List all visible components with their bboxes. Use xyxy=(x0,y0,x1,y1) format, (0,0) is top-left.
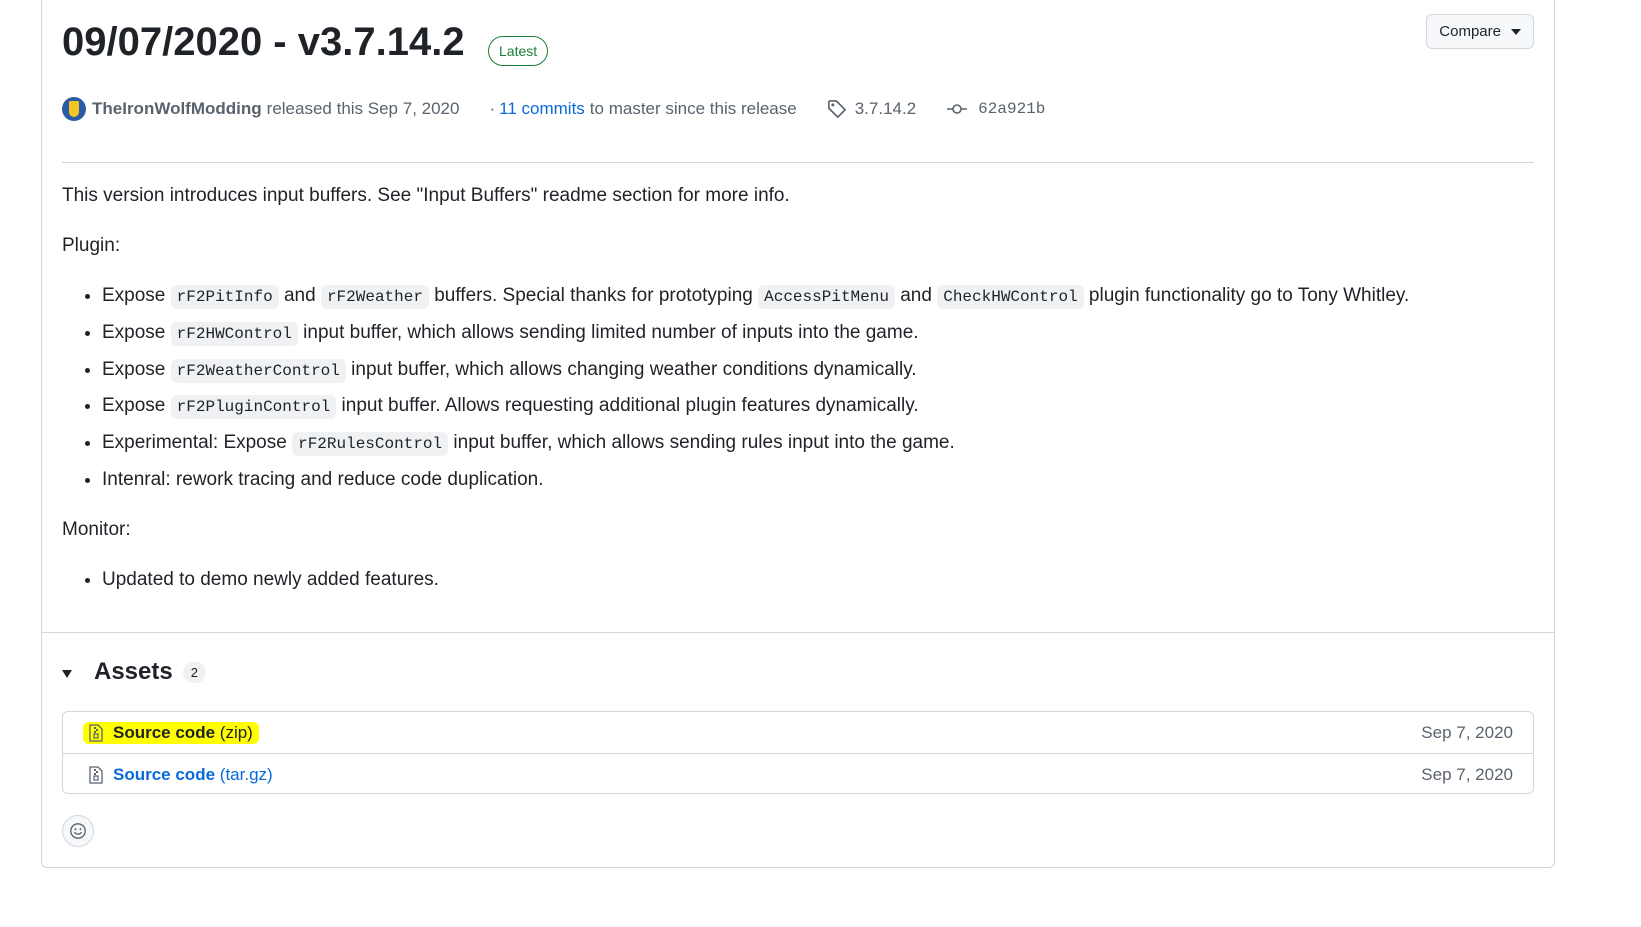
inline-code: rF2RulesControl xyxy=(292,432,449,457)
list-item: Expose rF2HWControl input buffer, which … xyxy=(102,318,1532,349)
plugin-heading: Plugin: xyxy=(62,235,121,256)
asset-link-targz[interactable]: Source code (tar.gz) xyxy=(83,765,273,785)
commit-hash: 62a921b xyxy=(978,100,1046,118)
asset-name: Source code xyxy=(113,722,216,742)
assets-count-badge: 2 xyxy=(182,661,206,683)
assets-list: Source code (zip) Sep 7, 2020 Source cod… xyxy=(62,711,1534,794)
assets-divider xyxy=(42,632,1554,633)
list-item: Updated to demo newly added features. xyxy=(102,565,1532,595)
triangle-down-icon[interactable] xyxy=(62,670,72,678)
asset-ext: (zip) xyxy=(219,722,253,742)
file-zip-icon xyxy=(89,723,103,742)
inline-code: CheckHWControl xyxy=(937,285,1084,309)
asset-link-zip[interactable]: Source code (zip) xyxy=(83,721,259,744)
triangle-down-icon xyxy=(1511,28,1521,35)
compare-button-label: Compare xyxy=(1439,23,1501,40)
intro-paragraph: This version introduces input buffers. S… xyxy=(62,185,790,206)
tag-icon xyxy=(827,100,846,118)
tag-label: 3.7.14.2 xyxy=(854,99,917,118)
tag-link[interactable]: 3.7.14.2 xyxy=(827,99,916,119)
header-divider xyxy=(62,162,1534,163)
meta-separator: · xyxy=(489,99,496,118)
commits-link[interactable]: 11 commits xyxy=(499,99,585,119)
commits-suffix: to master since this release xyxy=(589,99,797,118)
list-item: Expose rF2WeatherControl input buffer, w… xyxy=(102,355,1532,386)
inline-code: AccessPitMenu xyxy=(758,285,895,309)
released-text: released this Sep 7, 2020 xyxy=(266,99,460,118)
release-meta: TheIronWolfModding released this Sep 7, … xyxy=(62,96,1045,122)
plugin-list: Expose rF2PitInfo and rF2Weather buffers… xyxy=(62,281,1532,495)
asset-date: Sep 7, 2020 xyxy=(1421,764,1513,784)
release-notes: This version introduces input buffers. S… xyxy=(62,181,1532,615)
author-link[interactable]: TheIronWolfModding xyxy=(92,99,262,119)
commit-link[interactable]: 62a921b xyxy=(946,100,1045,118)
monitor-list: Updated to demo newly added features. xyxy=(62,565,1532,595)
smiley-icon xyxy=(70,823,86,839)
file-zip-icon xyxy=(89,765,103,784)
assets-title: Assets xyxy=(94,658,173,685)
list-item: Experimental: Expose rF2RulesControl inp… xyxy=(102,428,1532,459)
list-item: Expose rF2PitInfo and rF2Weather buffers… xyxy=(102,281,1532,312)
inline-code: rF2Weather xyxy=(320,285,429,309)
inline-code: rF2WeatherControl xyxy=(170,358,346,383)
asset-row: Source code (zip) Sep 7, 2020 xyxy=(63,712,1533,753)
inline-code: rF2PluginControl xyxy=(170,395,337,420)
release-card: 09/07/2020 - v3.7.14.2 Latest Compare Th… xyxy=(41,0,1555,868)
avatar[interactable] xyxy=(62,97,86,121)
list-item: Intenral: rework tracing and reduce code… xyxy=(102,465,1532,495)
add-reaction-button[interactable] xyxy=(62,815,94,847)
monitor-heading: Monitor: xyxy=(62,518,131,540)
release-title[interactable]: 09/07/2020 - v3.7.14.2 xyxy=(62,20,465,65)
asset-name: Source code xyxy=(113,764,216,784)
assets-toggle[interactable]: Assets 2 xyxy=(62,658,206,686)
inline-code: rF2HWControl xyxy=(170,321,298,346)
asset-ext: (tar.gz) xyxy=(219,764,273,784)
git-commit-icon xyxy=(947,104,968,114)
latest-badge: Latest xyxy=(488,36,549,66)
asset-date: Sep 7, 2020 xyxy=(1421,722,1513,742)
asset-row: Source code (tar.gz) Sep 7, 2020 xyxy=(63,753,1533,795)
list-item: Expose rF2PluginControl input buffer. Al… xyxy=(102,391,1532,422)
compare-button[interactable]: Compare xyxy=(1426,14,1534,49)
inline-code: rF2PitInfo xyxy=(170,285,279,309)
